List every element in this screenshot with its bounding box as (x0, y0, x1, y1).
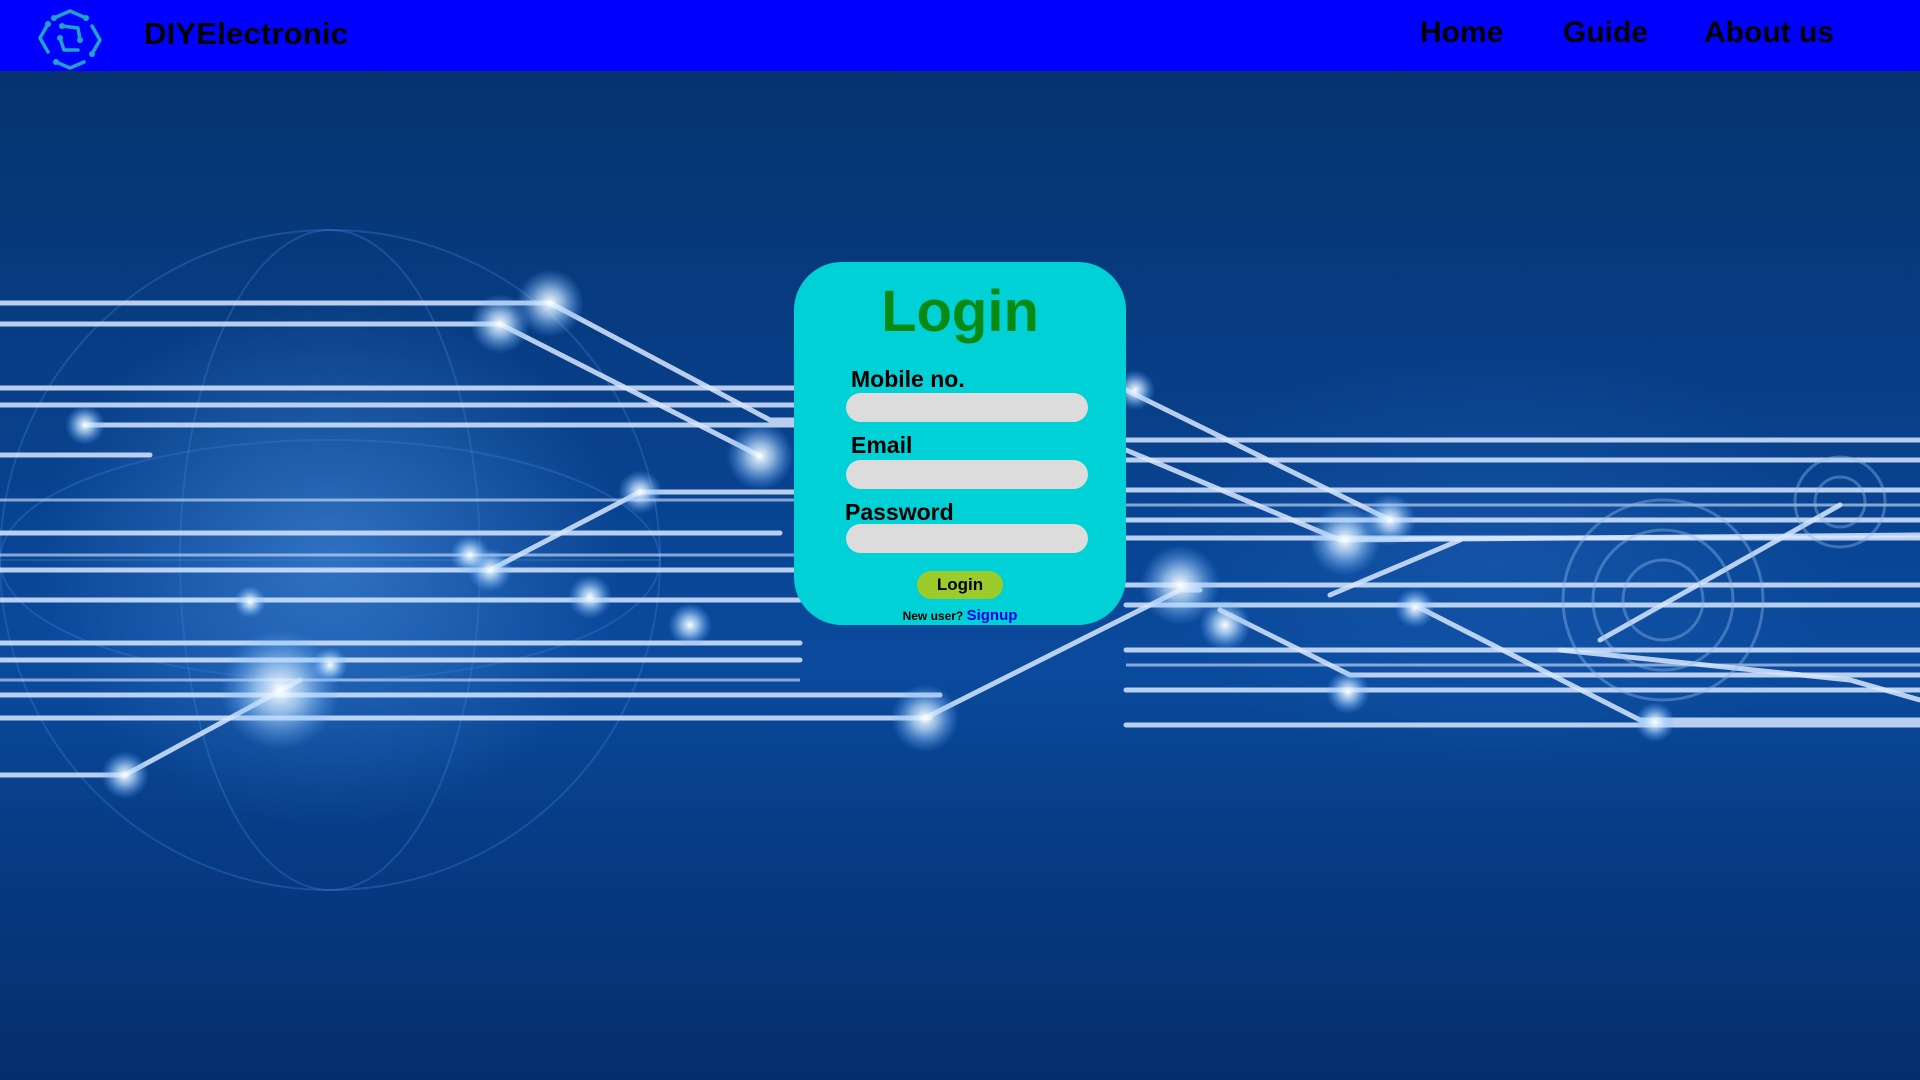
nav-link-about-us[interactable]: About us (1704, 16, 1834, 50)
circuit-hexagon-logo-icon[interactable] (34, 6, 106, 72)
top-navbar: DIYElectronic Home Guide About us (0, 0, 1920, 71)
new-user-text: New user? (902, 609, 964, 623)
password-label: Password (845, 499, 954, 525)
signup-link[interactable]: Signup (967, 607, 1018, 624)
email-label: Email (851, 432, 913, 458)
login-button[interactable]: Login (917, 571, 1003, 599)
password-input[interactable] (846, 524, 1088, 553)
mobile-label: Mobile no. (851, 366, 965, 392)
mobile-input[interactable] (846, 393, 1088, 422)
email-input[interactable] (846, 460, 1088, 489)
login-title: Login (881, 279, 1039, 344)
nav-link-guide[interactable]: Guide (1563, 16, 1648, 50)
login-card: Login Mobile no. Email Password Login Ne… (794, 262, 1126, 625)
signup-prompt: New user? Signup (794, 607, 1126, 624)
brand-name[interactable]: DIYElectronic (144, 16, 348, 52)
nav-link-home[interactable]: Home (1420, 16, 1503, 50)
